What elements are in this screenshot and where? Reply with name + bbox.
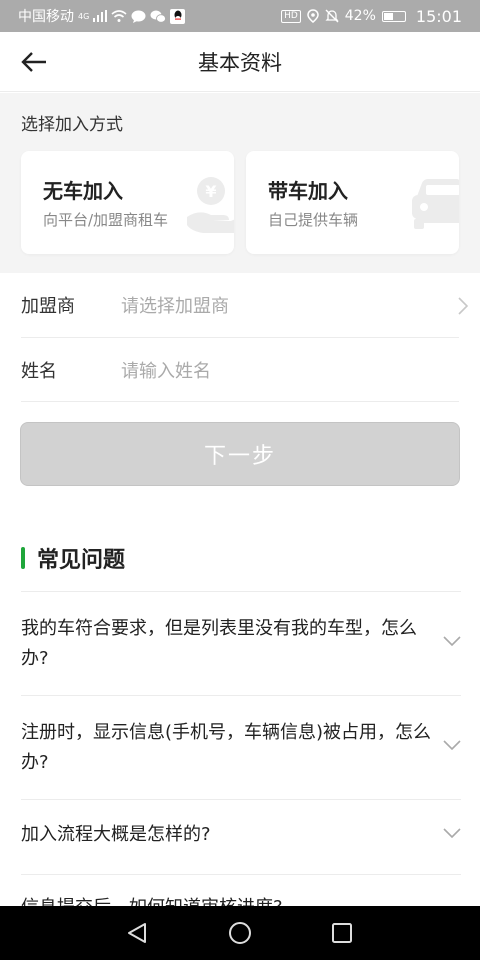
message-icon (131, 10, 146, 23)
wechat-icon (150, 10, 167, 23)
name-row[interactable]: 姓名 请输入姓名 (0, 338, 480, 402)
network-type: 4G (78, 12, 90, 21)
svg-text:¥: ¥ (205, 182, 216, 201)
faq-question: 我的车符合要求，但是列表里没有我的车型，怎么办? (21, 618, 417, 669)
back-button[interactable] (14, 44, 54, 80)
chevron-down-icon (443, 828, 461, 838)
square-recents-icon (332, 923, 352, 943)
system-back-button[interactable] (124, 920, 150, 946)
faq-item[interactable]: 我的车符合要求，但是列表里没有我的车型，怎么办? (21, 591, 461, 695)
franchisee-label: 加盟商 (21, 296, 75, 317)
nav-bar: 基本资料 (0, 32, 480, 92)
signal-icon (93, 10, 108, 22)
faq-question: 加入流程大概是怎样的? (21, 824, 211, 845)
faq-item[interactable]: 加入流程大概是怎样的? (21, 799, 461, 874)
card-subtitle: 自己提供车辆 (268, 211, 359, 229)
triangle-back-icon (128, 923, 146, 943)
chevron-right-icon (458, 297, 468, 315)
car-icon (412, 179, 459, 229)
hd-badge: HD (281, 9, 301, 23)
status-bar: 中国移动 4G HD 42% 15:01 (0, 0, 480, 32)
battery-icon (381, 10, 406, 22)
card-title: 带车加入 (268, 179, 348, 203)
clock: 15:01 (415, 6, 462, 26)
page-title: 基本资料 (198, 50, 282, 75)
faq-accent-bar (21, 547, 25, 569)
card-subtitle: 向平台/加盟商租车 (43, 211, 169, 229)
system-recents-button[interactable] (329, 920, 355, 946)
system-home-button[interactable] (227, 920, 253, 946)
franchisee-select[interactable]: 请选择加盟商 (121, 292, 229, 318)
chevron-down-icon (443, 636, 461, 646)
mute-icon (325, 9, 339, 23)
circle-home-icon (229, 922, 251, 944)
name-input[interactable]: 请输入姓名 (121, 357, 211, 383)
divider (21, 401, 459, 402)
wifi-icon (111, 10, 127, 22)
faq-item[interactable]: 注册时，显示信息(手机号，车辆信息)被占用，怎么办? (21, 695, 461, 799)
faq-header: 常见问题 (21, 543, 125, 573)
back-arrow-icon (21, 52, 46, 72)
yuan-hand-icon: ¥ (187, 177, 234, 233)
join-without-car-card[interactable]: 无车加入 向平台/加盟商租车 ¥ (21, 151, 234, 254)
franchisee-row[interactable]: 加盟商 请选择加盟商 (0, 273, 480, 337)
join-method-section: 选择加入方式 无车加入 向平台/加盟商租车 ¥ 带车加入 自己提供车辆 (0, 93, 480, 273)
faq-title: 常见问题 (37, 548, 126, 573)
carrier-name: 中国移动 (18, 9, 74, 25)
faq-question: 注册时，显示信息(手机号，车辆信息)被占用，怎么办? (21, 722, 432, 773)
join-method-label: 选择加入方式 (21, 115, 123, 135)
location-icon (307, 9, 319, 23)
card-title: 无车加入 (43, 179, 123, 203)
join-with-car-card[interactable]: 带车加入 自己提供车辆 (246, 151, 459, 254)
qq-icon (170, 8, 186, 24)
next-step-button[interactable]: 下一步 (20, 422, 460, 486)
system-nav-bar (0, 906, 480, 960)
battery-percent: 42% (344, 8, 376, 24)
chevron-down-icon (443, 740, 461, 750)
name-label: 姓名 (21, 361, 57, 382)
